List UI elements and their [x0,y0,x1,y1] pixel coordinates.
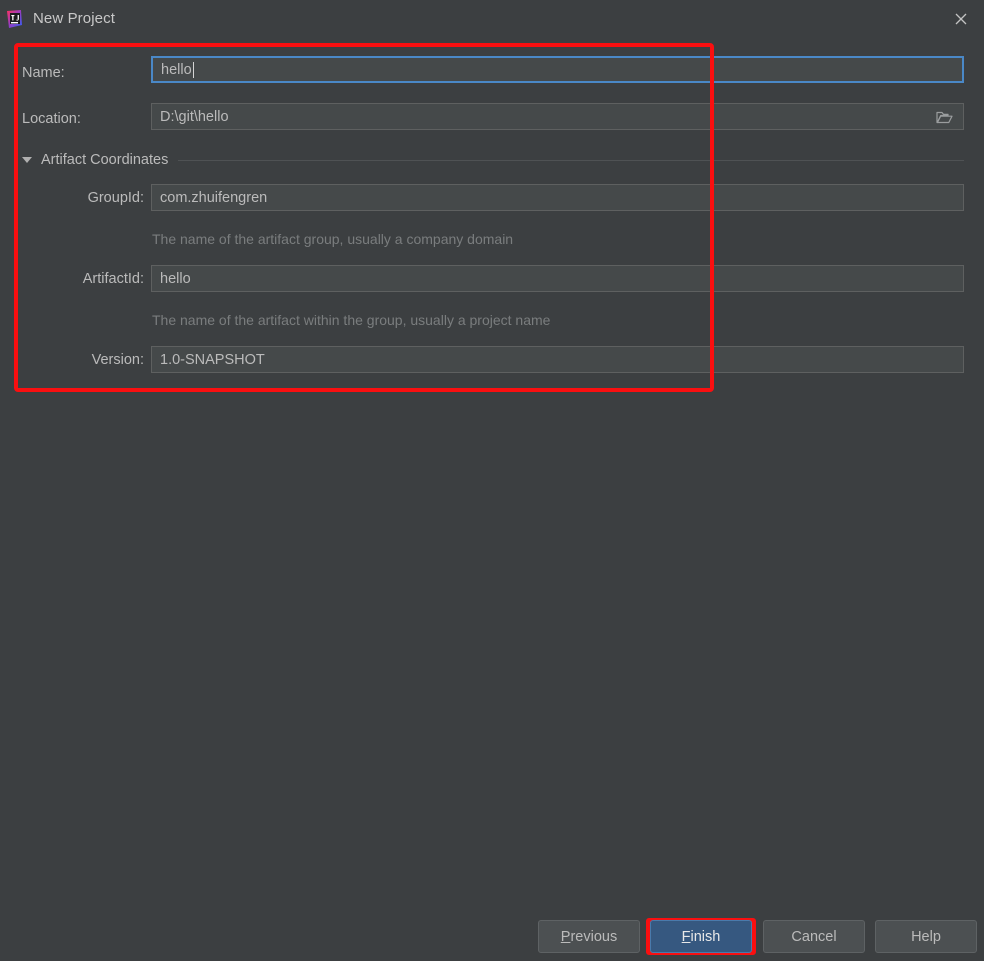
groupid-label: GroupId: [87,190,144,206]
groupid-hint: The name of the artifact group, usually … [152,231,514,247]
close-icon[interactable] [938,0,984,37]
help-button[interactable]: Help [875,920,977,953]
dialog-button-bar: Previous Finish Cancel Help [0,920,984,953]
artifactid-hint: The name of the artifact within the grou… [152,312,551,328]
cancel-button-label: Cancel [791,928,837,945]
previous-button-mnemonic: P [560,928,571,945]
name-label: Name: [22,65,65,81]
artifact-coordinates-section-header[interactable]: Artifact Coordinates [22,149,964,171]
previous-button-label: revious [570,928,618,945]
chevron-down-icon [22,157,32,163]
section-divider [178,159,964,161]
finish-button-label: inish [690,928,721,945]
folder-icon[interactable] [936,110,953,124]
name-input[interactable]: hello [151,56,964,83]
location-input[interactable]: D:\git\hello [151,103,964,130]
title-bar: New Project [0,0,984,37]
intellij-idea-icon [4,9,24,29]
location-input-value: D:\git\hello [160,108,229,125]
artifactid-label: ArtifactId: [82,271,144,287]
artifact-coordinates-label: Artifact Coordinates [41,152,169,168]
window-title: New Project [33,10,115,27]
name-input-value: hello [161,61,192,78]
version-input[interactable]: 1.0-SNAPSHOT [151,346,964,373]
groupid-input-value: com.zhuifengren [160,189,268,206]
text-caret [192,61,194,78]
groupid-input[interactable]: com.zhuifengren [151,184,964,211]
artifactid-input[interactable]: hello [151,265,964,292]
cancel-button[interactable]: Cancel [763,920,865,953]
finish-button-mnemonic: F [681,928,691,945]
help-button-label: Help [911,928,941,945]
version-label: Version: [91,352,144,368]
previous-button[interactable]: Previous [538,920,640,953]
location-label: Location: [22,111,81,127]
artifactid-input-value: hello [160,270,191,287]
finish-button[interactable]: Finish [650,920,752,953]
version-input-value: 1.0-SNAPSHOT [160,351,265,368]
annotation-rectangle-form [14,43,714,392]
